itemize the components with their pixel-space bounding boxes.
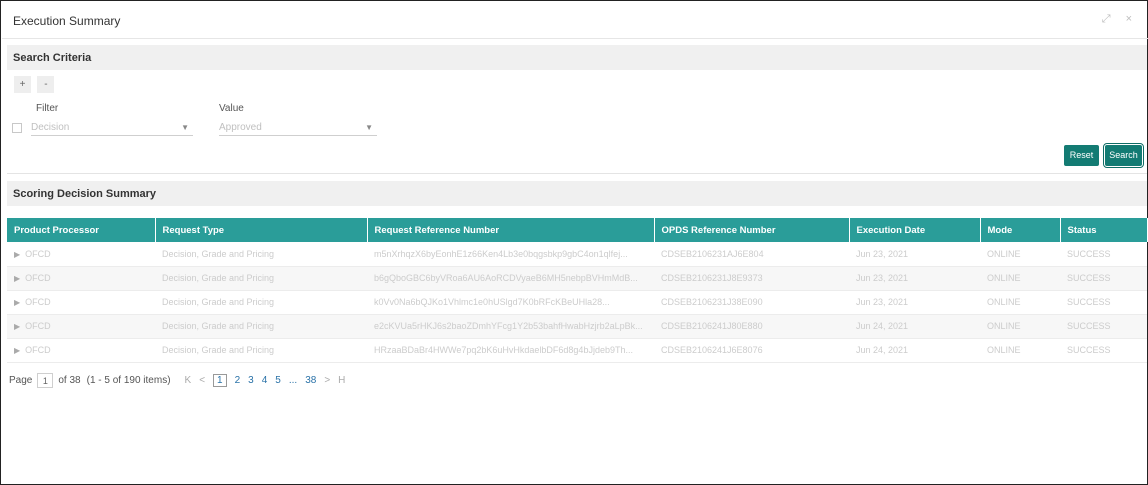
cell-product-processor: ▶ OFCD	[7, 338, 155, 363]
cell-request-reference-number: b6gQboGBC6byVRoa6AU6AoRCDVyaeB6MH5nebpBV…	[367, 266, 654, 291]
add-criteria-button[interactable]: +	[14, 76, 31, 93]
expand-row-icon[interactable]: ▶	[14, 322, 20, 331]
cell-text: OFCD	[25, 345, 51, 355]
cell-product-processor: ▶ OFCD	[7, 242, 155, 267]
table-row[interactable]: ▶ OFCD Decision, Grade and Pricing HRzaaB…	[7, 338, 1147, 363]
maximize-icon[interactable]: ⤢	[1102, 13, 1117, 25]
scoring-summary-table: Product Processor Request Type Request R…	[7, 218, 1148, 363]
window-titlebar: Execution Summary ⤢ ×	[2, 2, 1148, 39]
value-label: Value	[219, 103, 244, 114]
pagination-bar: Page 1 of 38 (1 - 5 of 190 items) K < 1 …	[9, 373, 349, 388]
column-header-execution-date[interactable]: Execution Date	[849, 218, 981, 242]
cell-request-type: Decision, Grade and Pricing	[155, 290, 367, 315]
cell-request-reference-number: HRzaaBDaBr4HWWe7pq2bK6uHvHkdaelbDF6d8g4b…	[367, 338, 654, 363]
filter-checkbox[interactable]	[12, 123, 22, 133]
cell-mode: ONLINE	[980, 242, 1060, 267]
table-row[interactable]: ▶ OFCD Decision, Grade and Pricing e2cKVU…	[7, 314, 1147, 339]
page-link[interactable]: 3	[248, 375, 254, 386]
table-row[interactable]: ▶ OFCD Decision, Grade and Pricing m5nXrh…	[7, 242, 1147, 267]
cell-status: SUCCESS	[1060, 266, 1147, 291]
column-header-mode[interactable]: Mode	[980, 218, 1061, 242]
cell-execution-date: Jun 24, 2021	[849, 314, 980, 339]
next-page-button[interactable]: >	[324, 375, 330, 386]
cell-request-reference-number: m5nXrhqzX6byEonhE1z66Ken4Lb3e0bqgsbkp9gb…	[367, 242, 654, 267]
cell-text: OFCD	[25, 321, 51, 331]
column-header-status[interactable]: Status	[1060, 218, 1148, 242]
cell-text: OFCD	[25, 248, 51, 259]
cell-product-processor: ▶ OFCD	[7, 314, 155, 339]
expand-row-icon[interactable]: ▶	[14, 346, 20, 355]
cell-product-processor: ▶ OFCD	[7, 266, 155, 291]
first-page-button[interactable]: K	[185, 375, 192, 386]
window-title: Execution Summary	[13, 14, 121, 28]
cell-opds-reference-number: CDSEB2106241J80E880	[654, 314, 849, 339]
cell-execution-date: Jun 24, 2021	[849, 338, 980, 363]
page-link-last[interactable]: 38	[305, 375, 316, 386]
page-link[interactable]: 4	[262, 375, 268, 386]
cell-status: SUCCESS	[1060, 242, 1147, 267]
search-button[interactable]: Search	[1103, 143, 1144, 168]
cell-request-reference-number: e2cKVUa5rHKJ6s2baoZDmhYFcg1Y2b53bahfHwab…	[367, 314, 654, 339]
page-count-text: of 38	[58, 375, 81, 386]
cell-status: SUCCESS	[1060, 314, 1147, 339]
cell-mode: ONLINE	[980, 338, 1060, 363]
page-link[interactable]: 2	[235, 375, 241, 386]
page-ellipsis[interactable]: ...	[289, 375, 297, 386]
cell-execution-date: Jun 23, 2021	[849, 266, 980, 291]
expand-row-icon[interactable]: ▶	[14, 274, 20, 283]
value-select[interactable]: Approved ▼	[219, 119, 377, 136]
cell-execution-date: Jun 23, 2021	[849, 242, 980, 267]
cell-opds-reference-number: CDSEB2106241J6E8076	[654, 338, 849, 363]
filter-label: Filter	[36, 103, 59, 114]
cell-request-type: Decision, Grade and Pricing	[155, 314, 367, 339]
expand-row-icon[interactable]: ▶	[14, 298, 20, 307]
page-link[interactable]: 5	[275, 375, 281, 386]
reset-button[interactable]: Reset	[1064, 145, 1099, 166]
cell-status: SUCCESS	[1060, 338, 1147, 363]
chevron-down-icon: ▼	[181, 123, 189, 132]
cell-request-reference-number: k0Vv0Na6bQJKo1Vhlmc1e0hUSlgd7K0bRFcKBeUH…	[367, 290, 654, 315]
search-criteria-header: Search Criteria	[7, 45, 1147, 70]
column-header-request-reference-number[interactable]: Request Reference Number	[367, 218, 655, 242]
cell-mode: ONLINE	[980, 290, 1060, 315]
filter-select[interactable]: Decision ▼	[31, 119, 193, 136]
filter-select-value: Decision	[31, 122, 70, 133]
remove-criteria-button[interactable]: -	[37, 76, 55, 93]
table-row[interactable]: ▶ OFCD Decision, Grade and Pricing k0Vv0N…	[7, 290, 1147, 315]
cell-status: SUCCESS	[1060, 290, 1147, 315]
last-page-button[interactable]: H	[338, 375, 345, 386]
column-header-opds-reference-number[interactable]: OPDS Reference Number	[654, 218, 850, 242]
table-header-row: Product Processor Request Type Request R…	[7, 218, 1148, 242]
cell-request-type: Decision, Grade and Pricing	[155, 338, 367, 363]
chevron-down-icon: ▼	[365, 123, 373, 132]
previous-page-button[interactable]: <	[199, 375, 205, 386]
column-header-request-type[interactable]: Request Type	[155, 218, 368, 242]
cell-opds-reference-number: CDSEB2106231J8E9373	[654, 266, 849, 291]
cell-execution-date: Jun 23, 2021	[849, 290, 980, 315]
criteria-toggle-group: + -	[14, 74, 56, 93]
page-link-current[interactable]: 1	[213, 374, 227, 387]
column-header-product-processor[interactable]: Product Processor	[7, 218, 156, 242]
window-controls[interactable]: ⤢ ×	[1102, 13, 1138, 26]
execution-summary-window: Execution Summary ⤢ × Search Criteria + …	[0, 0, 1148, 485]
items-range-text: (1 - 5 of 190 items)	[86, 375, 171, 386]
cell-text: OFCD	[25, 273, 51, 283]
scoring-summary-header: Scoring Decision Summary	[7, 181, 1147, 206]
cell-mode: ONLINE	[980, 314, 1060, 339]
cell-opds-reference-number: CDSEB2106231J38E090	[654, 290, 849, 315]
cell-request-type: Decision, Grade and Pricing	[155, 242, 367, 267]
close-icon[interactable]: ×	[1126, 13, 1138, 25]
cell-opds-reference-number: CDSEB2106231AJ6E804	[654, 242, 849, 267]
section-divider	[7, 173, 1147, 174]
value-select-value: Approved	[219, 122, 262, 133]
cell-request-type: Decision, Grade and Pricing	[155, 266, 367, 291]
cell-text: OFCD	[25, 297, 51, 307]
cell-product-processor: ▶ OFCD	[7, 290, 155, 315]
cell-mode: ONLINE	[980, 266, 1060, 291]
page-label: Page	[9, 375, 33, 386]
expand-row-icon[interactable]: ▶	[14, 250, 20, 259]
table-row[interactable]: ▶ OFCD Decision, Grade and Pricing b6gQbo…	[7, 266, 1147, 291]
page-number-input[interactable]: 1	[37, 373, 54, 388]
